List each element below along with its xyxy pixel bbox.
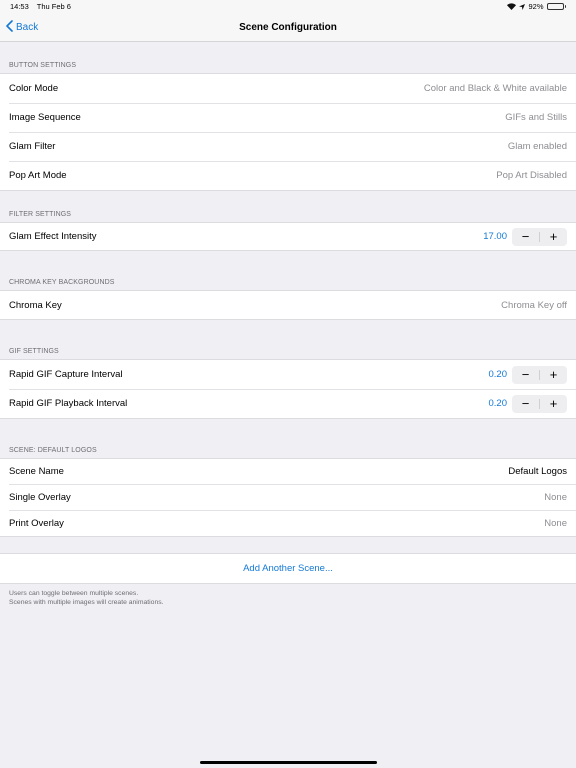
battery-icon [546,3,566,10]
glam-intensity-stepper: − + [512,227,567,246]
row-rapid-gif-playback-interval: Rapid GIF Playback Interval 0.20 − + [0,389,576,418]
chroma-key-group: Chroma Key Chroma Key off [0,290,576,320]
playback-interval-stepper: − + [512,394,567,413]
row-label: Print Overlay [9,517,64,529]
row-value: None [544,491,567,503]
section-header-gif-settings: GIF SETTINGS [9,348,59,355]
section-header-button-settings: BUTTON SETTINGS [9,62,77,69]
scene-group: Scene Name Default Logos Single Overlay … [0,458,576,537]
row-glam-filter[interactable]: Glam Filter Glam enabled [0,132,576,161]
row-label: Chroma Key [9,299,62,311]
row-value: Color and Black & White available [423,83,567,94]
decrement-button[interactable]: − [512,228,539,246]
filter-settings-group: Glam Effect Intensity 17.00 − + [0,222,576,251]
row-chroma-key[interactable]: Chroma Key Chroma Key off [0,291,576,319]
settings-list: BUTTON SETTINGS Color Mode Color and Bla… [0,42,576,612]
row-label: Color Mode [9,83,59,94]
row-value: None [544,517,567,529]
footer-note: Users can toggle between multiple scenes… [0,584,576,612]
row-value: Glam enabled [507,141,567,152]
increment-button[interactable]: + [540,228,567,246]
row-label: Rapid GIF Capture Interval [9,369,123,380]
add-scene-group: Add Another Scene... [0,553,576,584]
nav-bar: Back Scene Configuration [0,13,576,42]
row-value: Pop Art Disabled [496,170,567,181]
home-indicator [200,761,377,764]
gif-settings-group: Rapid GIF Capture Interval 0.20 − + Rapi… [0,359,576,419]
row-label: Image Sequence [9,112,81,123]
status-date: Thu Feb 6 [36,2,71,11]
row-label: Pop Art Mode [9,170,67,181]
section-header-chroma-key: CHROMA KEY BACKGROUNDS [9,279,115,286]
wifi-icon [507,3,517,10]
row-value: Default Logos [508,466,567,477]
capture-interval-stepper: − + [512,365,567,384]
button-settings-group: Color Mode Color and Black & White avail… [0,73,576,191]
section-header-scene: SCENE: DEFAULT LOGOS [9,447,97,454]
row-pop-art-mode[interactable]: Pop Art Mode Pop Art Disabled [0,161,576,190]
status-bar: 14:53 Thu Feb 6 92% [0,0,576,13]
status-time: 14:53 [10,2,29,11]
row-glam-effect-intensity: Glam Effect Intensity 17.00 − + [0,223,576,250]
screen: 14:53 Thu Feb 6 92% Back Scene Configura… [0,0,576,768]
row-value: Chroma Key off [501,299,567,311]
stepper-value: 0.20 [488,398,508,409]
row-image-sequence[interactable]: Image Sequence GIFs and Stills [0,103,576,132]
section-header-filter-settings: FILTER SETTINGS [9,211,72,218]
row-color-mode[interactable]: Color Mode Color and Black & White avail… [0,74,576,103]
row-value: GIFs and Stills [505,112,567,123]
increment-button[interactable]: + [540,366,567,384]
decrement-button[interactable]: − [512,366,539,384]
footer-line: Scenes with multiple images will create … [9,599,164,606]
row-label: Glam Filter [9,141,56,152]
battery-percent: 92% [528,2,544,11]
row-label: Scene Name [9,466,64,477]
back-label: Back [16,22,39,33]
add-another-scene-button[interactable]: Add Another Scene... [0,554,576,583]
chevron-left-icon [6,20,13,35]
row-print-overlay[interactable]: Print Overlay None [0,510,576,536]
row-scene-name[interactable]: Scene Name Default Logos [0,459,576,484]
row-label: Glam Effect Intensity [9,231,97,242]
decrement-button[interactable]: − [512,395,539,413]
location-icon [519,3,526,10]
row-label: Single Overlay [9,491,71,503]
page-title: Scene Configuration [239,21,337,33]
row-rapid-gif-capture-interval: Rapid GIF Capture Interval 0.20 − + [0,360,576,389]
increment-button[interactable]: + [540,395,567,413]
row-label: Rapid GIF Playback Interval [9,398,128,409]
stepper-value: 17.00 [483,231,507,242]
row-single-overlay[interactable]: Single Overlay None [0,484,576,510]
stepper-value: 0.20 [488,369,508,380]
back-button[interactable]: Back [6,13,38,42]
footer-line: Users can toggle between multiple scenes… [9,590,139,597]
